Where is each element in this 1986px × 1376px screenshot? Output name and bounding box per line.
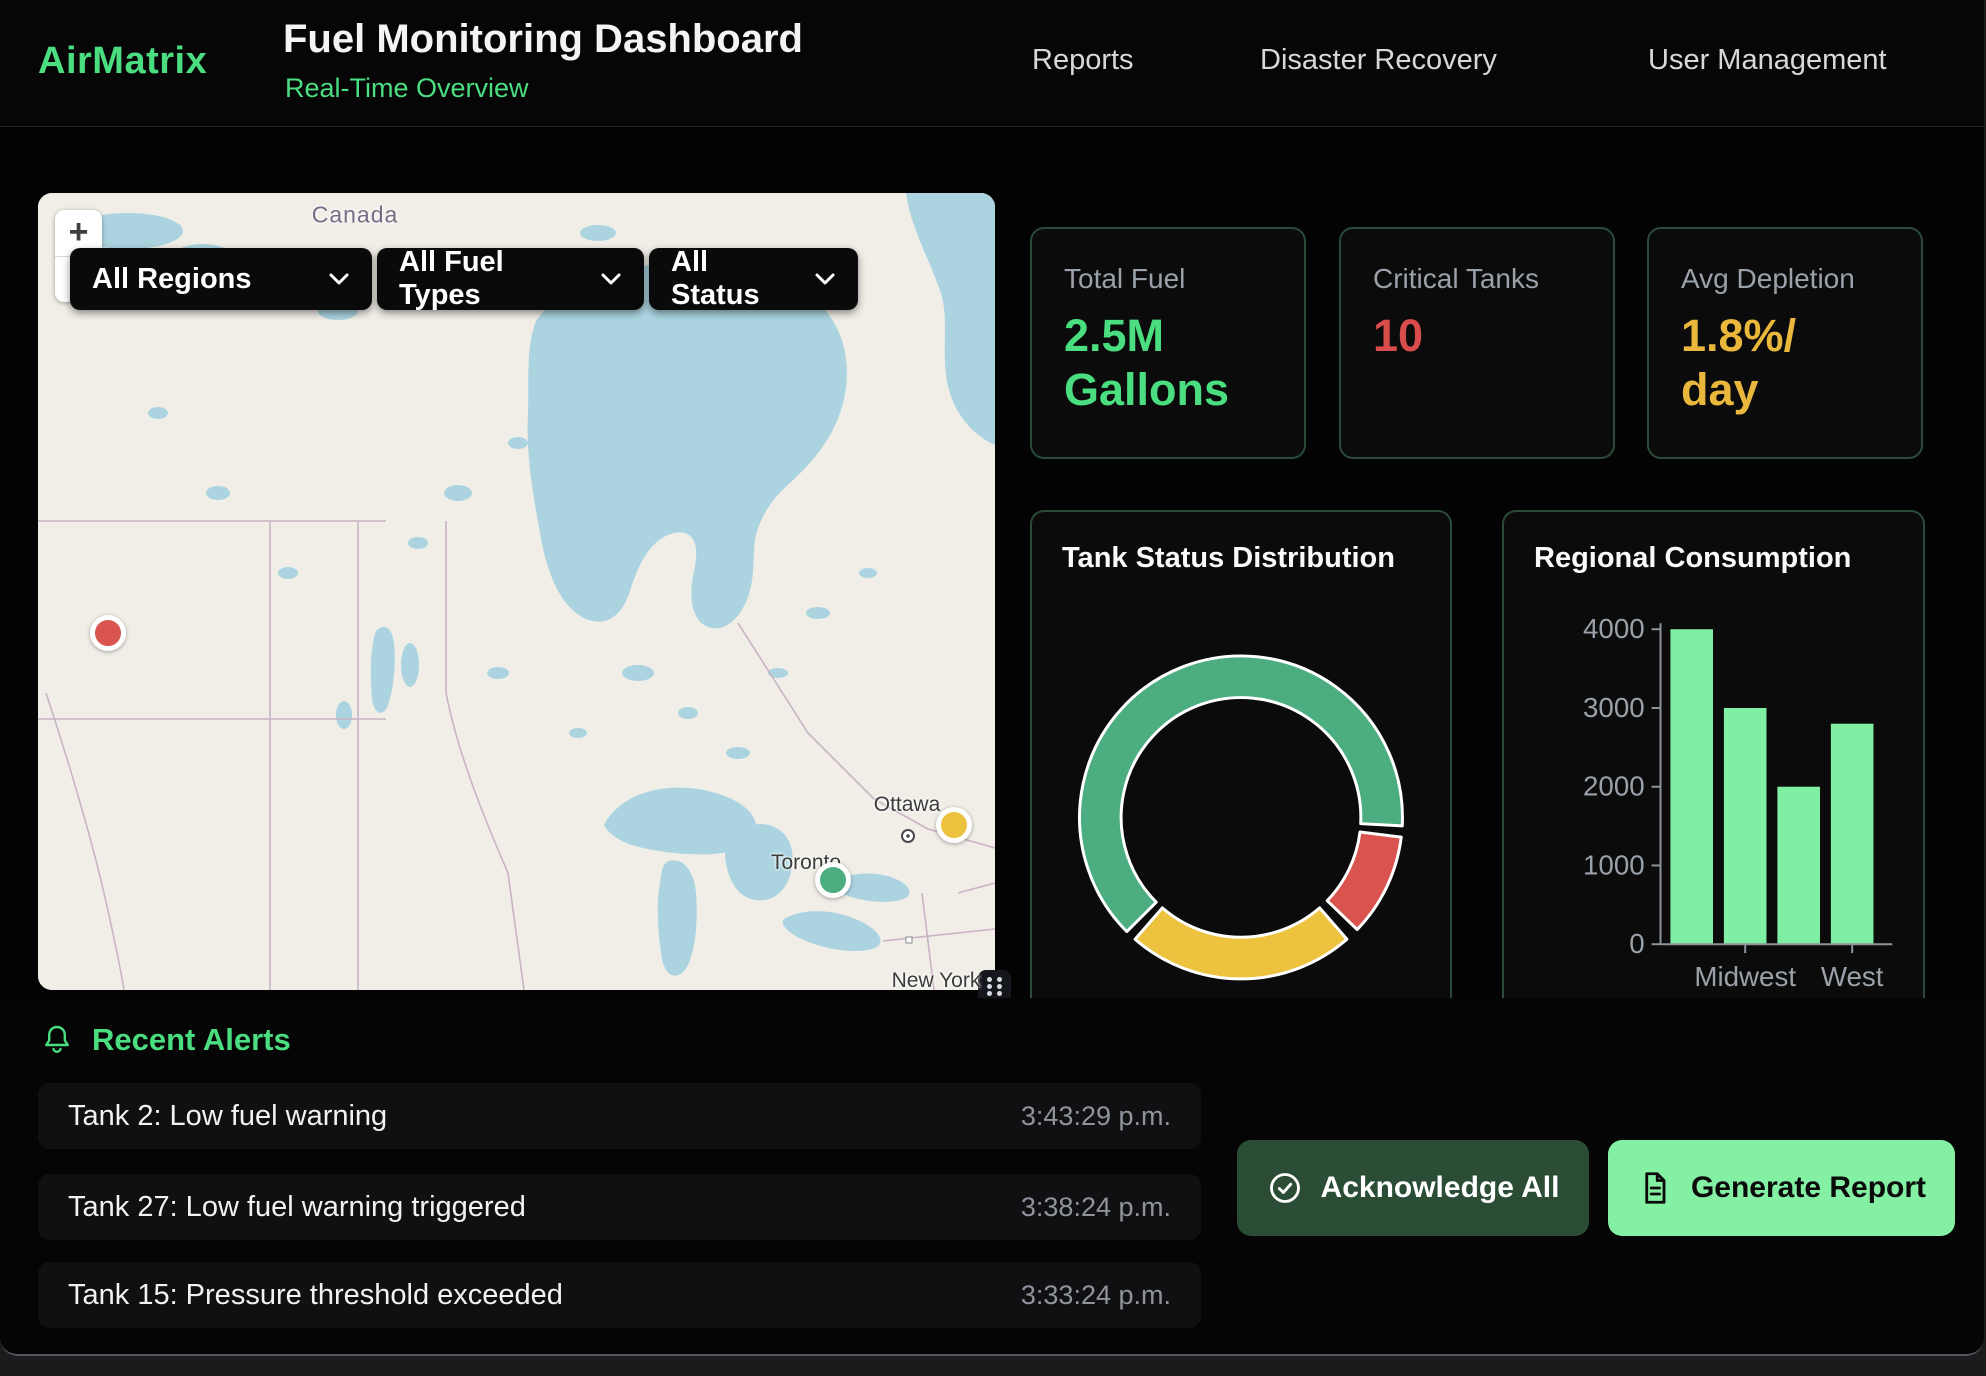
total-fuel-value: 2.5M Gallons	[1064, 309, 1272, 417]
critical-tanks-value: 10	[1373, 309, 1581, 363]
critical-tanks-card: Critical Tanks 10	[1339, 227, 1615, 459]
y-axis-tick-label: 4000	[1583, 613, 1645, 644]
status-filter-value: All Status	[671, 246, 796, 312]
donut-segment-critical	[1327, 832, 1401, 930]
consumption-bar	[1724, 708, 1767, 944]
alert-message: Tank 15: Pressure threshold exceeded	[68, 1279, 563, 1312]
page-subtitle: Real-Time Overview	[285, 73, 529, 104]
regional-consumption-bar-chart: 0 1000 2000 3000 4000 Midwest West	[1504, 512, 1923, 1002]
document-icon	[1637, 1170, 1673, 1206]
regional-consumption-card: Regional Consumption 01000200030004000Mi…	[1502, 510, 1925, 1002]
map-label-canada: Canada	[312, 202, 399, 229]
consumption-bar	[1670, 629, 1713, 944]
tank-marker-warning[interactable]	[936, 807, 972, 843]
bell-icon	[40, 1023, 74, 1057]
chevron-down-icon	[328, 272, 350, 286]
y-axis-tick-label: 3000	[1583, 692, 1645, 723]
avg-depletion-card: Avg Depletion 1.8%/ day	[1647, 227, 1923, 459]
alerts-header: Recent Alerts	[40, 1022, 291, 1058]
critical-tanks-label: Critical Tanks	[1373, 263, 1581, 295]
y-axis-tick-label: 1000	[1583, 849, 1645, 880]
map-label-new-york: New York	[892, 969, 981, 990]
top-bar: AirMatrix Fuel Monitoring Dashboard Real…	[0, 0, 1984, 127]
acknowledge-all-label: Acknowledge All	[1321, 1171, 1560, 1205]
status-filter-dropdown[interactable]: All Status	[649, 248, 858, 310]
x-axis-tick-label: West	[1821, 961, 1884, 992]
tank-status-distribution-card: Tank Status Distribution	[1030, 510, 1452, 1002]
total-fuel-card: Total Fuel 2.5M Gallons	[1030, 227, 1306, 459]
map-canvas[interactable]: + − All Regions All Fuel Types All Statu…	[38, 193, 995, 990]
check-circle-icon	[1267, 1170, 1303, 1206]
page-title: Fuel Monitoring Dashboard	[283, 17, 803, 62]
chevron-down-icon	[814, 272, 836, 286]
donut-segment-warning	[1135, 908, 1347, 979]
avg-depletion-value: 1.8%/ day	[1681, 309, 1889, 417]
nav-user-management[interactable]: User Management	[1648, 44, 1887, 77]
region-filter-value: All Regions	[92, 263, 252, 296]
map-label-ottawa: Ottawa	[874, 793, 941, 817]
generate-report-label: Generate Report	[1691, 1171, 1926, 1205]
fuel-type-filter-dropdown[interactable]: All Fuel Types	[377, 248, 644, 310]
nav-reports[interactable]: Reports	[1032, 44, 1134, 77]
tank-marker-normal[interactable]	[815, 862, 851, 898]
y-axis-tick-label: 2000	[1583, 771, 1645, 802]
region-filter-dropdown[interactable]: All Regions	[70, 248, 372, 310]
brand-logo: AirMatrix	[38, 40, 207, 83]
alert-row[interactable]: Tank 27: Low fuel warning triggered 3:38…	[38, 1174, 1201, 1240]
fuel-type-filter-value: All Fuel Types	[399, 246, 582, 312]
map-geography	[38, 193, 995, 990]
acknowledge-all-button[interactable]: Acknowledge All	[1237, 1140, 1589, 1236]
avg-depletion-label: Avg Depletion	[1681, 263, 1889, 295]
tank-marker-critical[interactable]	[90, 615, 126, 651]
alert-timestamp: 3:43:29 p.m.	[1021, 1101, 1171, 1132]
total-fuel-label: Total Fuel	[1064, 263, 1272, 295]
x-axis-tick-label: Midwest	[1694, 961, 1796, 992]
alert-timestamp: 3:38:24 p.m.	[1021, 1192, 1171, 1223]
alert-message: Tank 2: Low fuel warning	[68, 1100, 387, 1133]
alerts-title: Recent Alerts	[92, 1022, 291, 1058]
tank-status-donut-chart	[1032, 512, 1450, 1002]
recent-alerts-panel: Recent Alerts Tank 2: Low fuel warning 3…	[0, 998, 1984, 1354]
generate-report-button[interactable]: Generate Report	[1608, 1140, 1955, 1236]
dashboard-root: AirMatrix Fuel Monitoring Dashboard Real…	[0, 0, 1984, 1356]
alert-timestamp: 3:33:24 p.m.	[1021, 1280, 1171, 1311]
chevron-down-icon	[600, 272, 622, 286]
consumption-bar	[1777, 787, 1820, 944]
consumption-bar	[1831, 724, 1874, 944]
alert-message: Tank 27: Low fuel warning triggered	[68, 1191, 526, 1224]
alert-row[interactable]: Tank 2: Low fuel warning 3:43:29 p.m.	[38, 1083, 1201, 1149]
y-axis-tick-label: 0	[1629, 928, 1644, 959]
nav-disaster-recovery[interactable]: Disaster Recovery	[1260, 44, 1497, 77]
alert-row[interactable]: Tank 15: Pressure threshold exceeded 3:3…	[38, 1262, 1201, 1328]
